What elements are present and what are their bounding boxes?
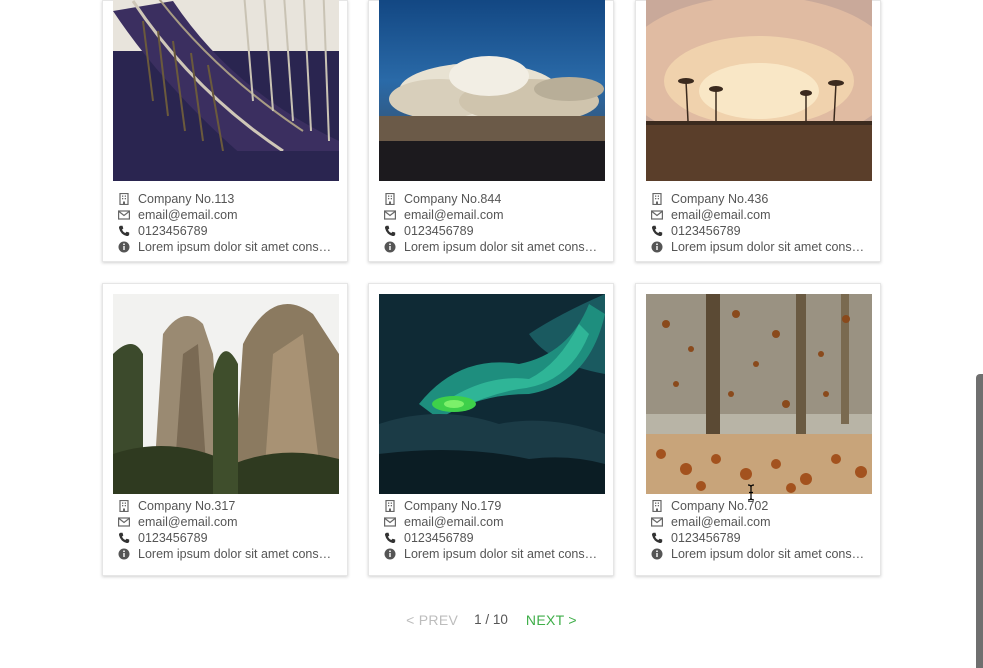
phone-text: 0123456789 [404, 531, 474, 545]
phone-text: 0123456789 [671, 224, 741, 238]
phone-row: 0123456789 [651, 530, 871, 546]
email-row: email@email.com [118, 514, 338, 530]
company-row: Company No.113 [118, 191, 338, 207]
card-photo-clouds [379, 0, 605, 181]
phone-row: 0123456789 [118, 223, 338, 239]
company-row: Company No.844 [384, 191, 604, 207]
building-icon [384, 500, 396, 512]
company-name: Company No.702 [671, 499, 769, 513]
description-text: Lorem ipsum dolor sit amet consectetur a… [404, 547, 602, 561]
email-text: email@email.com [671, 208, 771, 222]
description-row: Lorem ipsum dolor sit amet consectetur a… [651, 546, 871, 562]
phone-row: 0123456789 [651, 223, 871, 239]
description-row: Lorem ipsum dolor sit amet consectetur a… [118, 239, 338, 255]
email-row: email@email.com [118, 207, 338, 223]
card-info: Company No.113 email@email.com 012345678… [118, 191, 338, 255]
text-cursor-icon [747, 484, 755, 501]
description-text: Lorem ipsum dolor sit amet consectetur a… [671, 240, 869, 254]
description-text: Lorem ipsum dolor sit amet consectetur a… [671, 547, 869, 561]
building-icon [384, 193, 396, 205]
phone-icon [384, 532, 396, 544]
phone-icon [118, 532, 130, 544]
building-icon [118, 500, 130, 512]
card-info: Company No.436 email@email.com 012345678… [651, 191, 871, 255]
company-row: Company No.317 [118, 498, 338, 514]
phone-icon [384, 225, 396, 237]
company-card[interactable]: Company No.844 email@email.com 012345678… [368, 0, 614, 262]
company-card[interactable]: Company No.702 email@email.com 012345678… [635, 283, 881, 576]
phone-icon [118, 225, 130, 237]
info-circle-icon [118, 548, 130, 560]
description-row: Lorem ipsum dolor sit amet consectetur a… [384, 239, 604, 255]
envelope-icon [651, 516, 663, 528]
email-text: email@email.com [138, 515, 238, 529]
email-row: email@email.com [651, 514, 871, 530]
info-circle-icon [384, 241, 396, 253]
card-info: Company No.317 email@email.com 012345678… [118, 498, 338, 562]
email-text: email@email.com [138, 208, 238, 222]
description-text: Lorem ipsum dolor sit amet consectetur a… [138, 240, 336, 254]
card-photo-aurora [379, 294, 605, 494]
phone-icon [651, 225, 663, 237]
envelope-icon [118, 516, 130, 528]
email-text: email@email.com [671, 515, 771, 529]
card-info: Company No.844 email@email.com 012345678… [384, 191, 604, 255]
email-row: email@email.com [384, 207, 604, 223]
email-row: email@email.com [651, 207, 871, 223]
card-photo-rocks [113, 294, 339, 494]
phone-row: 0123456789 [384, 530, 604, 546]
phone-text: 0123456789 [138, 224, 208, 238]
description-row: Lorem ipsum dolor sit amet consectetur a… [118, 546, 338, 562]
company-name: Company No.113 [138, 192, 235, 206]
next-page-button[interactable]: NEXT > [526, 612, 577, 628]
company-card[interactable]: Company No.179 email@email.com 012345678… [368, 283, 614, 576]
envelope-icon [384, 516, 396, 528]
info-circle-icon [384, 548, 396, 560]
info-circle-icon [651, 548, 663, 560]
company-name: Company No.844 [404, 192, 502, 206]
company-name: Company No.317 [138, 499, 236, 513]
description-text: Lorem ipsum dolor sit amet consectetur a… [138, 547, 336, 561]
building-icon [118, 193, 130, 205]
card-photo-sunset [646, 0, 872, 181]
info-circle-icon [118, 241, 130, 253]
card-photo-autumn [646, 294, 872, 494]
phone-row: 0123456789 [384, 223, 604, 239]
pagination: < PREV 1 / 10 NEXT > [0, 610, 983, 630]
company-row: Company No.436 [651, 191, 871, 207]
description-row: Lorem ipsum dolor sit amet consectetur a… [384, 546, 604, 562]
description-row: Lorem ipsum dolor sit amet consectetur a… [651, 239, 871, 255]
company-row: Company No.179 [384, 498, 604, 514]
company-card[interactable]: Company No.113 email@email.com 012345678… [102, 0, 348, 262]
envelope-icon [651, 209, 663, 221]
phone-text: 0123456789 [404, 224, 474, 238]
info-circle-icon [651, 241, 663, 253]
prev-page-button[interactable]: < PREV [406, 612, 458, 628]
email-text: email@email.com [404, 208, 504, 222]
card-photo-library [113, 0, 339, 181]
phone-text: 0123456789 [138, 531, 208, 545]
envelope-icon [118, 209, 130, 221]
company-card[interactable]: Company No.436 email@email.com 012345678… [635, 0, 881, 262]
company-name: Company No.436 [671, 192, 769, 206]
email-text: email@email.com [404, 515, 504, 529]
description-text: Lorem ipsum dolor sit amet consectetur a… [404, 240, 602, 254]
building-icon [651, 500, 663, 512]
phone-text: 0123456789 [671, 531, 741, 545]
phone-row: 0123456789 [118, 530, 338, 546]
company-row: Company No.702 [651, 498, 871, 514]
card-info: Company No.702 email@email.com 012345678… [651, 498, 871, 562]
company-card[interactable]: Company No.317 email@email.com 012345678… [102, 283, 348, 576]
envelope-icon [384, 209, 396, 221]
scrollbar-thumb[interactable] [976, 374, 983, 668]
phone-icon [651, 532, 663, 544]
email-row: email@email.com [384, 514, 604, 530]
building-icon [651, 193, 663, 205]
page-indicator: 1 / 10 [474, 611, 508, 627]
company-name: Company No.179 [404, 499, 502, 513]
card-info: Company No.179 email@email.com 012345678… [384, 498, 604, 562]
